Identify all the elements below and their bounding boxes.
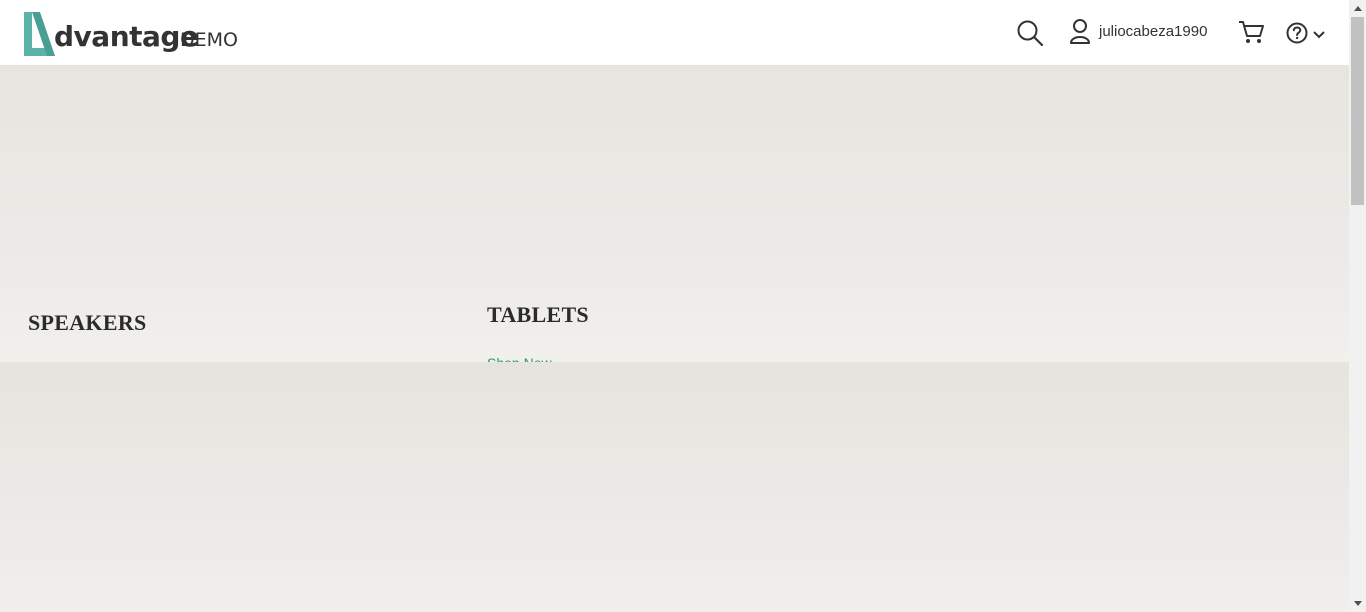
user-icon bbox=[1070, 19, 1090, 44]
search-button[interactable] bbox=[1016, 19, 1044, 52]
username-label[interactable]: juliocabeza1990 bbox=[1099, 23, 1207, 40]
category-banner-upper bbox=[0, 66, 1349, 362]
top-nav-bar: dvantage DEMO juliocabeza1990 bbox=[0, 0, 1349, 66]
scroll-down-button[interactable] bbox=[1349, 595, 1366, 612]
scrollbar-thumb[interactable] bbox=[1351, 17, 1364, 205]
chevron-down-icon bbox=[1313, 31, 1325, 39]
arrow-down-icon bbox=[1353, 601, 1362, 606]
tablets-category-title[interactable]: TABLETS bbox=[487, 302, 589, 328]
search-icon bbox=[1017, 20, 1044, 47]
scroll-up-button[interactable] bbox=[1349, 0, 1366, 17]
logo-demo-label: DEMO bbox=[180, 29, 238, 51]
user-menu-button[interactable] bbox=[1069, 18, 1091, 51]
cart-button[interactable] bbox=[1238, 19, 1266, 52]
help-button[interactable] bbox=[1286, 21, 1310, 50]
logo-a-mark-icon bbox=[24, 12, 55, 56]
speakers-category-title[interactable]: SPEAKERS bbox=[28, 310, 147, 336]
help-dropdown-toggle[interactable] bbox=[1312, 27, 1326, 45]
page-scrollbar[interactable] bbox=[1349, 0, 1366, 612]
help-icon bbox=[1286, 22, 1308, 44]
category-banner-lower bbox=[0, 362, 1349, 612]
arrow-up-icon bbox=[1353, 6, 1362, 11]
cart-icon bbox=[1239, 21, 1264, 43]
logo-wordmark: dvantage bbox=[54, 20, 199, 53]
